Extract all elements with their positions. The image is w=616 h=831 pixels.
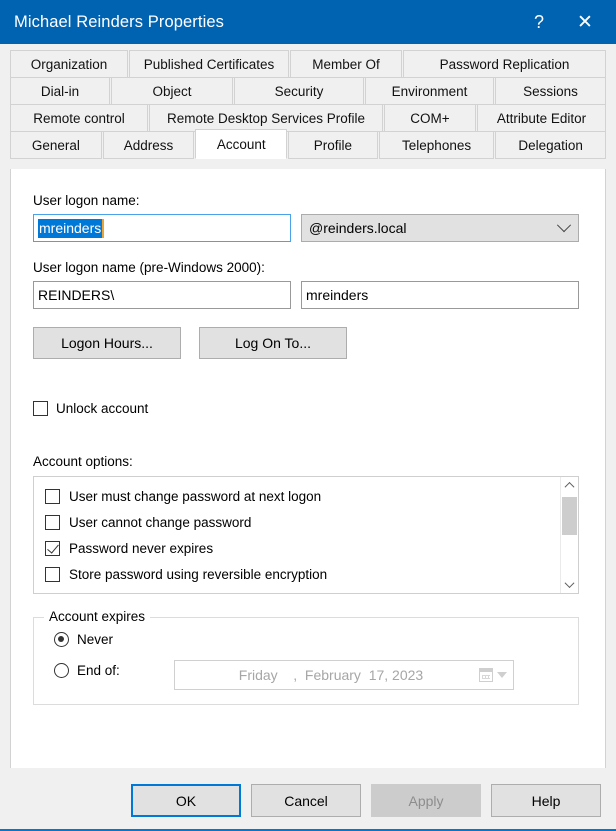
list-item[interactable]: User cannot change password: [34, 509, 561, 535]
tab-com-plus[interactable]: COM+: [384, 104, 476, 132]
pre-windows-2000-logon-field[interactable]: [301, 281, 579, 309]
date-picker-buttons: [479, 668, 507, 682]
calendar-icon[interactable]: [479, 668, 493, 682]
tab-password-replication[interactable]: Password Replication: [403, 50, 606, 78]
dialog-footer: OK Cancel Apply Help: [0, 768, 616, 829]
account-expires-date-value: Friday , February 17, 2023: [238, 667, 424, 683]
radio-icon: [54, 632, 69, 647]
chevron-down-icon[interactable]: [497, 672, 507, 678]
tab-general[interactable]: General: [10, 131, 102, 159]
tab-account[interactable]: Account: [195, 129, 288, 159]
checkbox-icon[interactable]: [45, 514, 60, 530]
user-logon-name-label: User logon name:: [33, 193, 140, 208]
account-expires-group: Account expires Never End of: Friday , F…: [33, 609, 579, 705]
list-item[interactable]: Store password using reversible encrypti…: [34, 561, 561, 587]
user-logon-name-input[interactable]: mreinders: [33, 214, 291, 242]
tab-profile[interactable]: Profile: [288, 131, 378, 159]
upn-suffix-value: @reinders.local: [309, 220, 407, 236]
tab-row-3: Remote control Remote Desktop Services P…: [10, 104, 606, 132]
option-label: Store password using reversible encrypti…: [69, 566, 328, 582]
help-button[interactable]: Help: [491, 784, 601, 817]
text-caret: [102, 218, 105, 238]
help-icon[interactable]: ?: [516, 0, 562, 44]
tab-row-1: Organization Published Certificates Memb…: [10, 50, 606, 78]
account-expires-date-picker[interactable]: Friday , February 17, 2023: [174, 660, 514, 690]
close-icon[interactable]: ✕: [562, 0, 608, 44]
account-tab-panel: User logon name: mreinders @reinders.loc…: [10, 169, 606, 770]
tab-remote-desktop-services-profile[interactable]: Remote Desktop Services Profile: [149, 104, 383, 132]
list-item[interactable]: Password never expires: [34, 535, 561, 561]
option-label: Password never expires: [69, 540, 214, 556]
scroll-up-icon[interactable]: [561, 477, 578, 494]
apply-button: Apply: [371, 784, 481, 817]
tab-published-certificates[interactable]: Published Certificates: [129, 50, 289, 78]
checkbox-icon[interactable]: [45, 540, 60, 556]
tab-row-4: General Address Account Profile Telephon…: [10, 129, 606, 159]
ok-button[interactable]: OK: [131, 784, 241, 817]
unlock-account-checkbox[interactable]: Unlock account: [33, 401, 148, 416]
tab-remote-control[interactable]: Remote control: [10, 104, 148, 132]
account-expires-title: Account expires: [44, 609, 151, 624]
user-logon-name-value: mreinders: [38, 218, 103, 238]
account-expires-end-of-radio[interactable]: End of:: [54, 663, 120, 678]
tab-dial-in[interactable]: Dial-in: [10, 77, 110, 105]
unlock-account-label: Unlock account: [56, 401, 149, 416]
checkbox-icon[interactable]: [45, 488, 60, 504]
account-expires-never-radio[interactable]: Never: [54, 632, 113, 647]
account-options-listbox[interactable]: User must change password at next logon …: [33, 476, 579, 594]
title-bar: Michael Reinders Properties ? ✕: [0, 0, 616, 44]
account-options-list: User must change password at next logon …: [34, 477, 561, 593]
list-item[interactable]: User must change password at next logon: [34, 483, 561, 509]
tab-sessions[interactable]: Sessions: [495, 77, 606, 105]
account-options-label: Account options:: [33, 454, 133, 469]
tab-address[interactable]: Address: [102, 131, 195, 159]
checkbox-icon[interactable]: [45, 566, 60, 582]
listbox-scrollbar[interactable]: [560, 477, 578, 593]
tab-delegation[interactable]: Delegation: [495, 131, 606, 159]
user-properties-dialog: Michael Reinders Properties ? ✕ Organiza…: [0, 0, 616, 831]
log-on-to-button[interactable]: Log On To...: [199, 327, 347, 359]
tab-organization[interactable]: Organization: [10, 50, 128, 78]
scroll-down-icon[interactable]: [561, 576, 578, 593]
chevron-down-icon: [550, 218, 578, 233]
tab-member-of[interactable]: Member Of: [290, 50, 402, 78]
pre-windows-2000-domain-field[interactable]: [33, 281, 291, 309]
tab-object[interactable]: Object: [111, 77, 233, 105]
option-label: User must change password at next logon: [69, 488, 322, 504]
pre-windows-2000-label: User logon name (pre-Windows 2000):: [33, 260, 265, 275]
never-label: Never: [77, 632, 114, 647]
cancel-button[interactable]: Cancel: [251, 784, 361, 817]
tab-environment[interactable]: Environment: [365, 77, 494, 105]
tab-telephones[interactable]: Telephones: [378, 131, 495, 159]
option-label: User cannot change password: [69, 514, 252, 530]
upn-suffix-dropdown[interactable]: @reinders.local: [301, 214, 579, 242]
tab-strip: Organization Published Certificates Memb…: [10, 50, 606, 159]
scrollbar-thumb[interactable]: [562, 497, 577, 535]
radio-icon: [54, 663, 69, 678]
checkbox-icon: [33, 401, 48, 416]
window-title: Michael Reinders Properties: [14, 12, 224, 31]
tab-row-2: Dial-in Object Security Environment Sess…: [10, 77, 606, 105]
tab-security[interactable]: Security: [234, 77, 364, 105]
logon-hours-button[interactable]: Logon Hours...: [33, 327, 181, 359]
end-of-label: End of:: [77, 663, 120, 678]
tab-attribute-editor[interactable]: Attribute Editor: [477, 104, 606, 132]
